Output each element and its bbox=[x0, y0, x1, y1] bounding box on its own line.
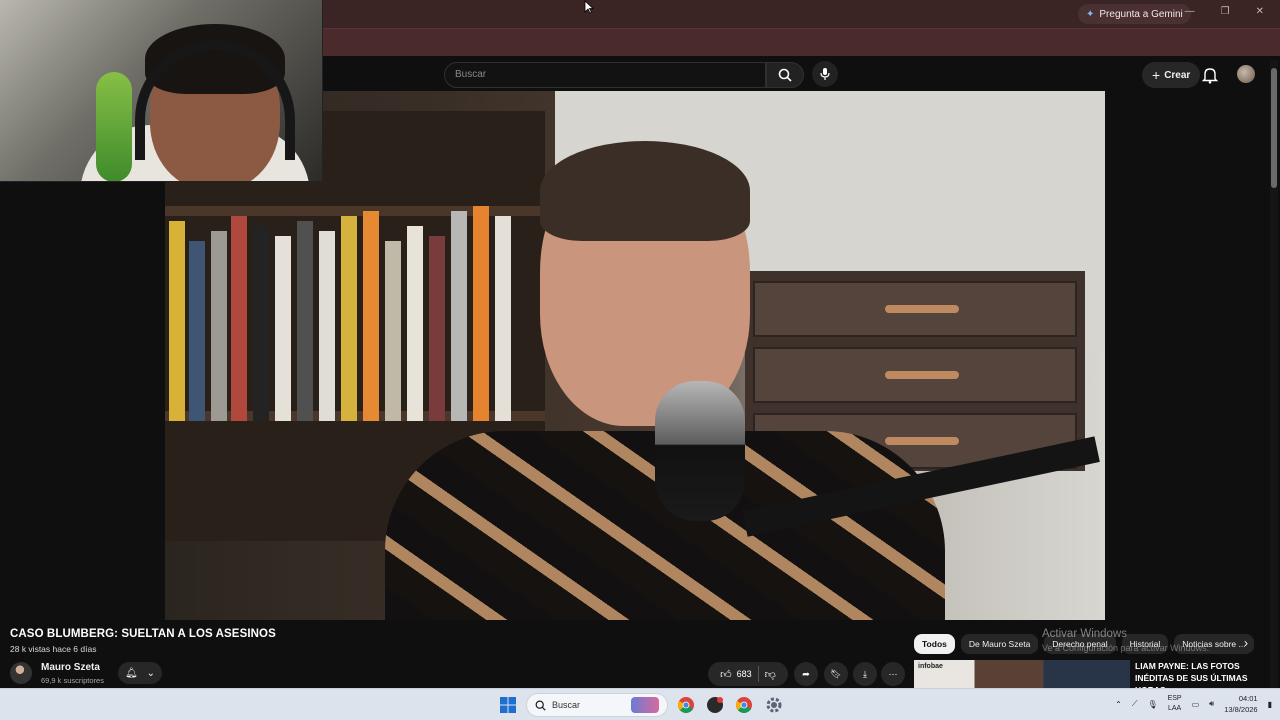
book bbox=[231, 216, 247, 421]
book bbox=[211, 231, 227, 421]
search-placeholder: Buscar bbox=[455, 69, 487, 80]
download-icon: ⤓ bbox=[863, 668, 867, 679]
book bbox=[319, 231, 335, 421]
like-button[interactable]: 👍︎ 683 bbox=[720, 668, 752, 681]
create-label: Crear bbox=[1164, 69, 1191, 81]
chevron-down-icon: ⌄ bbox=[146, 667, 155, 679]
drawer-handle bbox=[885, 305, 959, 313]
chevron-up-icon[interactable]: ⌃ bbox=[1115, 700, 1122, 709]
scrollbar-thumb[interactable] bbox=[1271, 68, 1277, 188]
book bbox=[341, 216, 357, 421]
minimize-icon[interactable]: — bbox=[1185, 6, 1195, 17]
book bbox=[169, 221, 185, 421]
clock-date: 13/8/2026 bbox=[1224, 705, 1258, 714]
more-actions-button[interactable]: ⋯ bbox=[881, 662, 905, 686]
book bbox=[429, 236, 445, 421]
save-button[interactable]: 🔖︎ bbox=[824, 662, 848, 686]
window-controls: — ❐ ✕ bbox=[1185, 6, 1264, 17]
search-input[interactable]: Buscar bbox=[444, 62, 766, 88]
clock[interactable]: 04:01 13/8/2026 bbox=[1224, 693, 1257, 715]
thumbnail-source-label: infobae bbox=[918, 663, 943, 670]
search-icon bbox=[535, 700, 546, 711]
taskbar-search-placeholder: Buscar bbox=[552, 700, 581, 710]
windows-activation-hint: Ve a Configuración para activar Windows. bbox=[1042, 643, 1210, 653]
system-tray: ⌃ ⟋ 🎙︎ ESP LAA ▭ 🔊︎ 04:01 13/8/2026 ▮ bbox=[1115, 693, 1272, 715]
gemini-icon: ✦ bbox=[1086, 8, 1095, 20]
search-icon bbox=[778, 68, 792, 82]
bell-icon: 🔔︎ bbox=[125, 667, 138, 679]
bookmark-icon: 🔖︎ bbox=[830, 668, 842, 679]
book bbox=[473, 206, 489, 421]
chrome-icon[interactable] bbox=[734, 695, 754, 715]
drawer-handle bbox=[885, 371, 959, 379]
thumbs-down-icon: 👎︎ bbox=[764, 668, 776, 681]
windows-start-icon[interactable] bbox=[498, 695, 518, 715]
chrome-icon[interactable] bbox=[676, 695, 696, 715]
voice-search-button[interactable] bbox=[812, 61, 838, 87]
book bbox=[363, 211, 379, 421]
network-icon[interactable]: ⟋ bbox=[1132, 699, 1138, 709]
user-avatar[interactable] bbox=[1237, 65, 1255, 83]
search-highlight-icon bbox=[631, 697, 659, 713]
book bbox=[275, 236, 291, 421]
book bbox=[297, 221, 313, 421]
book bbox=[495, 216, 511, 421]
recommendation-thumbnail[interactable]: infobae bbox=[914, 660, 1130, 688]
book bbox=[451, 211, 467, 421]
microphone bbox=[655, 381, 745, 521]
thumbs-up-icon: 👍︎ bbox=[720, 668, 732, 681]
video-person-hair bbox=[540, 141, 750, 241]
parrot bbox=[96, 72, 132, 181]
channel-name[interactable]: Mauro Szeta bbox=[41, 662, 100, 673]
search-button[interactable] bbox=[766, 62, 804, 88]
mouse-cursor-icon bbox=[584, 0, 594, 14]
drawer bbox=[753, 281, 1077, 337]
subscription-bell-button[interactable]: 🔔︎ ⌄ bbox=[118, 662, 162, 684]
share-icon: ➦ bbox=[802, 668, 810, 679]
close-icon[interactable]: ✕ bbox=[1256, 6, 1264, 17]
more-icon: ⋯ bbox=[888, 668, 898, 679]
chip-todos[interactable]: Todos bbox=[914, 634, 955, 654]
gemini-label: Pregunta a Gemini bbox=[1099, 8, 1183, 20]
clock-time: 04:01 bbox=[1238, 694, 1258, 703]
input-language[interactable]: ESP LAA bbox=[1168, 694, 1182, 714]
screen: ✦ Pregunta a Gemini — ❐ ✕ ⌕ ⧉ ☆ ◆ ◉ ● ✚ … bbox=[0, 0, 1280, 720]
microphone-icon bbox=[820, 68, 830, 80]
chevron-right-icon[interactable]: › bbox=[1238, 636, 1254, 652]
download-button[interactable]: ⤓ bbox=[853, 662, 877, 686]
lang-layout: LAA bbox=[1167, 705, 1182, 712]
channel-avatar[interactable] bbox=[10, 662, 32, 684]
volume-icon[interactable]: 🔊︎ bbox=[1209, 699, 1214, 709]
like-dislike-group: 👍︎ 683 👎︎ bbox=[708, 662, 788, 686]
plus-icon: + bbox=[1152, 67, 1161, 83]
chip-de-mauro-szeta[interactable]: De Mauro Szeta bbox=[960, 634, 1039, 654]
gemini-button[interactable]: ✦ Pregunta a Gemini bbox=[1078, 4, 1191, 24]
book bbox=[189, 241, 205, 421]
video-meta[interactable]: 28 k vistas hace 6 días bbox=[10, 644, 96, 654]
drawer-handle bbox=[885, 437, 959, 445]
windows-activation-watermark: Activar Windows bbox=[1042, 628, 1127, 640]
book bbox=[407, 226, 423, 421]
maximize-icon[interactable]: ❐ bbox=[1221, 6, 1230, 17]
notifications-bell-icon[interactable] bbox=[1200, 65, 1220, 85]
book bbox=[385, 241, 401, 421]
like-count: 683 bbox=[736, 669, 752, 679]
webcam-overlay bbox=[0, 0, 323, 182]
app-icon[interactable] bbox=[705, 695, 725, 715]
display-icon[interactable]: ▭ bbox=[1192, 700, 1200, 709]
share-button[interactable]: ➦ bbox=[794, 662, 818, 686]
notification-icon[interactable]: ▮ bbox=[1268, 700, 1272, 709]
create-button[interactable]: + Crear bbox=[1142, 62, 1201, 88]
book bbox=[253, 226, 269, 421]
settings-gear-icon[interactable] bbox=[764, 695, 784, 715]
drawer bbox=[753, 347, 1077, 403]
lang-code: ESP bbox=[1167, 695, 1182, 702]
microphone-icon[interactable]: 🎙︎ bbox=[1147, 700, 1157, 709]
windows-taskbar: Buscar ⌃ ⟋ 🎙︎ ESP LAA ▭ 🔊︎ 04:01 13/8/20… bbox=[0, 688, 1280, 720]
divider bbox=[757, 666, 759, 682]
taskbar-search[interactable]: Buscar bbox=[526, 693, 668, 717]
dislike-button[interactable]: 👎︎ bbox=[765, 668, 776, 681]
channel-subscribers: 69,9 k suscriptores bbox=[41, 676, 104, 685]
video-title: CASO BLUMBERG: SUELTAN A LOS ASESINOS bbox=[10, 628, 276, 640]
